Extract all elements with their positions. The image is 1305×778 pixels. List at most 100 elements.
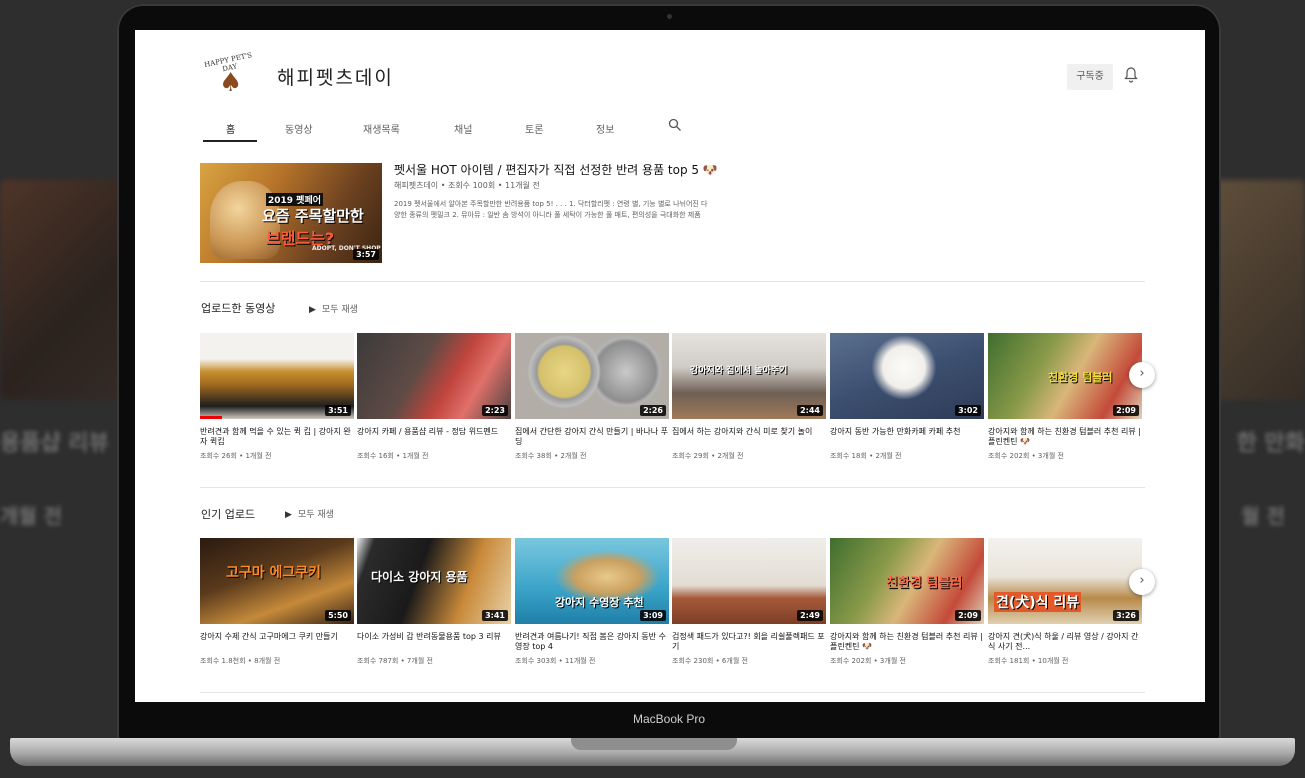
video-card[interactable]: 3:02 강아지 동반 가능한 만화카페 카페 추천 조회수 18회 • 2개월… xyxy=(830,333,984,461)
tab-home[interactable]: 홈 xyxy=(226,121,235,136)
video-card[interactable]: 다이소 강아지 용품 3:41 다이소 가성비 갑 반려동물용품 top 3 리… xyxy=(357,538,511,666)
watch-progress xyxy=(200,416,222,419)
video-thumbnail[interactable]: 강아지와 집에서 놀아주기 2:44 xyxy=(672,333,826,419)
play-icon: ▶ xyxy=(285,510,292,520)
video-thumbnail[interactable]: 고구마 에그쿠키 5:50 xyxy=(200,538,354,624)
video-thumbnail[interactable]: 강아지 수영장 추천 3:09 xyxy=(515,538,669,624)
video-meta: 조회수 29회 • 2개월 전 xyxy=(672,452,744,460)
video-thumbnail[interactable]: 2:26 xyxy=(515,333,669,419)
video-meta: 조회수 181회 • 10개월 전 xyxy=(988,657,1069,665)
background-text: 개월 전 xyxy=(0,504,63,528)
video-title[interactable]: 강아지 카페 / 용품샵 리뷰 - 정담 위드펜드 xyxy=(357,427,511,447)
video-card[interactable]: 친환경 텀블러 2:09 강아지와 함께 하는 친환경 텀블러 추천 리뷰 | … xyxy=(830,538,984,666)
video-meta: 조회수 38회 • 2개월 전 xyxy=(515,452,587,460)
play-icon: ▶ xyxy=(309,305,316,315)
video-duration: 5:50 xyxy=(325,610,351,621)
divider xyxy=(200,692,1145,693)
tab-playlists[interactable]: 재생목록 xyxy=(363,121,400,136)
video-meta: 조회수 18회 • 2개월 전 xyxy=(830,452,902,460)
video-meta: 조회수 16회 • 1개월 전 xyxy=(357,452,429,460)
video-duration: 2:49 xyxy=(797,610,823,621)
video-thumbnail[interactable]: 3:02 xyxy=(830,333,984,419)
popular-shelf: 고구마 에그쿠키 5:50 강아지 수제 간식 고구마에그 쿠키 만들기 조회수… xyxy=(200,538,1145,688)
video-title[interactable]: 반려견과 함께 먹을 수 있는 퀵 킵 | 강아지 완자 퀵킵 xyxy=(200,427,354,447)
video-meta: 조회수 787회 • 7개월 전 xyxy=(357,657,433,665)
uploads-next-button[interactable]: › xyxy=(1129,362,1155,388)
video-title[interactable]: 강아지와 함께 하는 친환경 텀블러 추천 리뷰 | 플린켄틴 🐶 xyxy=(988,427,1142,447)
video-thumbnail[interactable]: 3:51 xyxy=(200,333,354,419)
device-label: MacBook Pro xyxy=(632,712,706,726)
video-thumbnail[interactable]: 다이소 강아지 용품 3:41 xyxy=(357,538,511,624)
video-card[interactable]: 친환경 텀블러 2:09 강아지와 함께 하는 친환경 텀블러 추천 리뷰 | … xyxy=(988,333,1142,461)
video-card[interactable]: 고구마 에그쿠키 5:50 강아지 수제 간식 고구마에그 쿠키 만들기 조회수… xyxy=(200,538,354,666)
bell-icon[interactable] xyxy=(1123,66,1139,84)
popular-next-button[interactable]: › xyxy=(1129,569,1155,595)
active-tab-indicator xyxy=(203,140,257,142)
video-title[interactable]: 강아지 동반 가능한 만화카페 카페 추천 xyxy=(830,427,984,447)
camera xyxy=(667,14,672,19)
tab-channels[interactable]: 채널 xyxy=(454,121,472,136)
video-meta: 조회수 230회 • 6개월 전 xyxy=(672,657,748,665)
video-title[interactable]: 검정색 패드가 있다고?! 회을 리쉴풀렉패드 포기 xyxy=(672,632,826,652)
divider xyxy=(200,487,1145,488)
video-meta: 조회수 26회 • 1개월 전 xyxy=(200,452,272,460)
video-duration: 3:51 xyxy=(325,405,351,416)
video-duration: 3:57 xyxy=(353,249,379,260)
video-meta: 조회수 1.8천회 • 8개월 전 xyxy=(200,657,281,665)
video-card[interactable]: 3:51 반려견과 함께 먹을 수 있는 퀵 킵 | 강아지 완자 퀵킵 조회수… xyxy=(200,333,354,461)
video-title[interactable]: 다이소 가성비 갑 반려동물용품 top 3 리뷰 xyxy=(357,632,511,652)
youtube-channel-page: HAPPY PET'S DAY ♠ 해피펫츠데이 구독중 홈 동영상 재생목록 … xyxy=(135,30,1205,702)
chevron-right-icon: › xyxy=(1139,573,1145,588)
video-duration: 2:44 xyxy=(797,405,823,416)
video-title[interactable]: 강아지 수제 간식 고구마에그 쿠키 만들기 xyxy=(200,632,354,652)
featured-video-thumbnail[interactable]: 2019 펫페어 요즘 주목할만한 브랜드는? ADOPT, DON'T SHO… xyxy=(200,163,382,263)
channel-logo[interactable]: HAPPY PET'S DAY ♠ xyxy=(199,51,259,112)
video-title[interactable]: 강아지와 함께 하는 친환경 텀블러 추천 리뷰 | 플린켄틴 🐶 xyxy=(830,632,984,652)
background-text: 월 전 xyxy=(1241,504,1285,528)
video-duration: 2:23 xyxy=(482,405,508,416)
video-thumbnail[interactable]: 친환경 텀블러 2:09 xyxy=(988,333,1142,419)
video-duration: 3:09 xyxy=(640,610,666,621)
search-icon[interactable] xyxy=(668,118,682,132)
tab-about[interactable]: 정보 xyxy=(596,121,614,136)
background-text: 용품샵 리뷰 xyxy=(0,431,109,456)
video-title[interactable]: 반려견과 여름나기! 직접 봄은 강아지 동반 수영장 top 4 xyxy=(515,632,669,652)
video-card[interactable]: 강아지 수영장 추천 3:09 반려견과 여름나기! 직접 봄은 강아지 동반 … xyxy=(515,538,669,666)
video-card[interactable]: 견(犬)식 리뷰 3:26 강아지 견(犬)식 하울 / 리뷰 영상 / 강아지… xyxy=(988,538,1142,666)
video-thumbnail[interactable]: 친환경 텀블러 2:09 xyxy=(830,538,984,624)
video-card[interactable]: 2:23 강아지 카페 / 용품샵 리뷰 - 정담 위드펜드 조회수 16회 •… xyxy=(357,333,511,461)
video-card[interactable]: 강아지와 집에서 놀아주기 2:44 집에서 하는 강아지와 간식 미로 찾기 … xyxy=(672,333,826,461)
chevron-right-icon: › xyxy=(1139,366,1145,381)
featured-video-meta: 해피펫츠데이 • 조회수 100회 • 11개월 전 xyxy=(394,181,540,190)
featured-video-title[interactable]: 펫서울 HOT 아이템 / 편집자가 직접 선정한 반려 용품 top 5 🐶 xyxy=(394,161,718,178)
video-duration: 3:41 xyxy=(482,610,508,621)
background-text: 한 만화 xyxy=(1236,431,1305,456)
video-title[interactable]: 집에서 간단한 강아지 간식 만들기 | 바나나 푸딩 xyxy=(515,427,669,447)
uploads-shelf: 3:51 반려견과 함께 먹을 수 있는 퀵 킵 | 강아지 완자 퀵킵 조회수… xyxy=(200,333,1145,483)
video-meta: 조회수 303회 • 11개월 전 xyxy=(515,657,596,665)
tab-videos[interactable]: 동영상 xyxy=(285,121,313,136)
laptop-notch xyxy=(571,738,737,750)
video-duration: 2:09 xyxy=(955,610,981,621)
video-duration: 2:26 xyxy=(640,405,666,416)
video-title[interactable]: 강아지 견(犬)식 하울 / 리뷰 영상 / 강아지 간식 사기 전... xyxy=(988,632,1142,652)
tab-discussion[interactable]: 토론 xyxy=(525,121,543,136)
featured-video-description: 2019 펫서울에서 알아본 주목할만한 반려용품 top 5! . . . 1… xyxy=(394,200,708,219)
video-card[interactable]: 2:26 집에서 간단한 강아지 간식 만들기 | 바나나 푸딩 조회수 38회… xyxy=(515,333,669,461)
video-thumbnail[interactable]: 2:49 xyxy=(672,538,826,624)
uploads-play-all-button[interactable]: ▶ 모두 재생 xyxy=(309,302,358,315)
video-title[interactable]: 집에서 하는 강아지와 간식 미로 찾기 놀이 xyxy=(672,427,826,447)
channel-name: 해피펫츠데이 xyxy=(277,67,394,89)
popular-play-all-button[interactable]: ▶ 모두 재생 xyxy=(285,507,334,520)
dog-icon: ♠ xyxy=(219,68,243,98)
uploads-section-title[interactable]: 업로드한 동영상 xyxy=(201,300,275,316)
video-thumbnail[interactable]: 견(犬)식 리뷰 3:26 xyxy=(988,538,1142,624)
subscribe-button[interactable]: 구독중 xyxy=(1067,64,1113,90)
video-card[interactable]: 2:49 검정색 패드가 있다고?! 회을 리쉴풀렉패드 포기 조회수 230회… xyxy=(672,538,826,666)
video-meta: 조회수 202회 • 3개월 전 xyxy=(830,657,906,665)
video-duration: 3:26 xyxy=(1113,610,1139,621)
video-meta: 조회수 202회 • 3개월 전 xyxy=(988,452,1064,460)
video-duration: 3:02 xyxy=(955,405,981,416)
video-thumbnail[interactable]: 2:23 xyxy=(357,333,511,419)
popular-section-title[interactable]: 인기 업로드 xyxy=(201,506,255,522)
